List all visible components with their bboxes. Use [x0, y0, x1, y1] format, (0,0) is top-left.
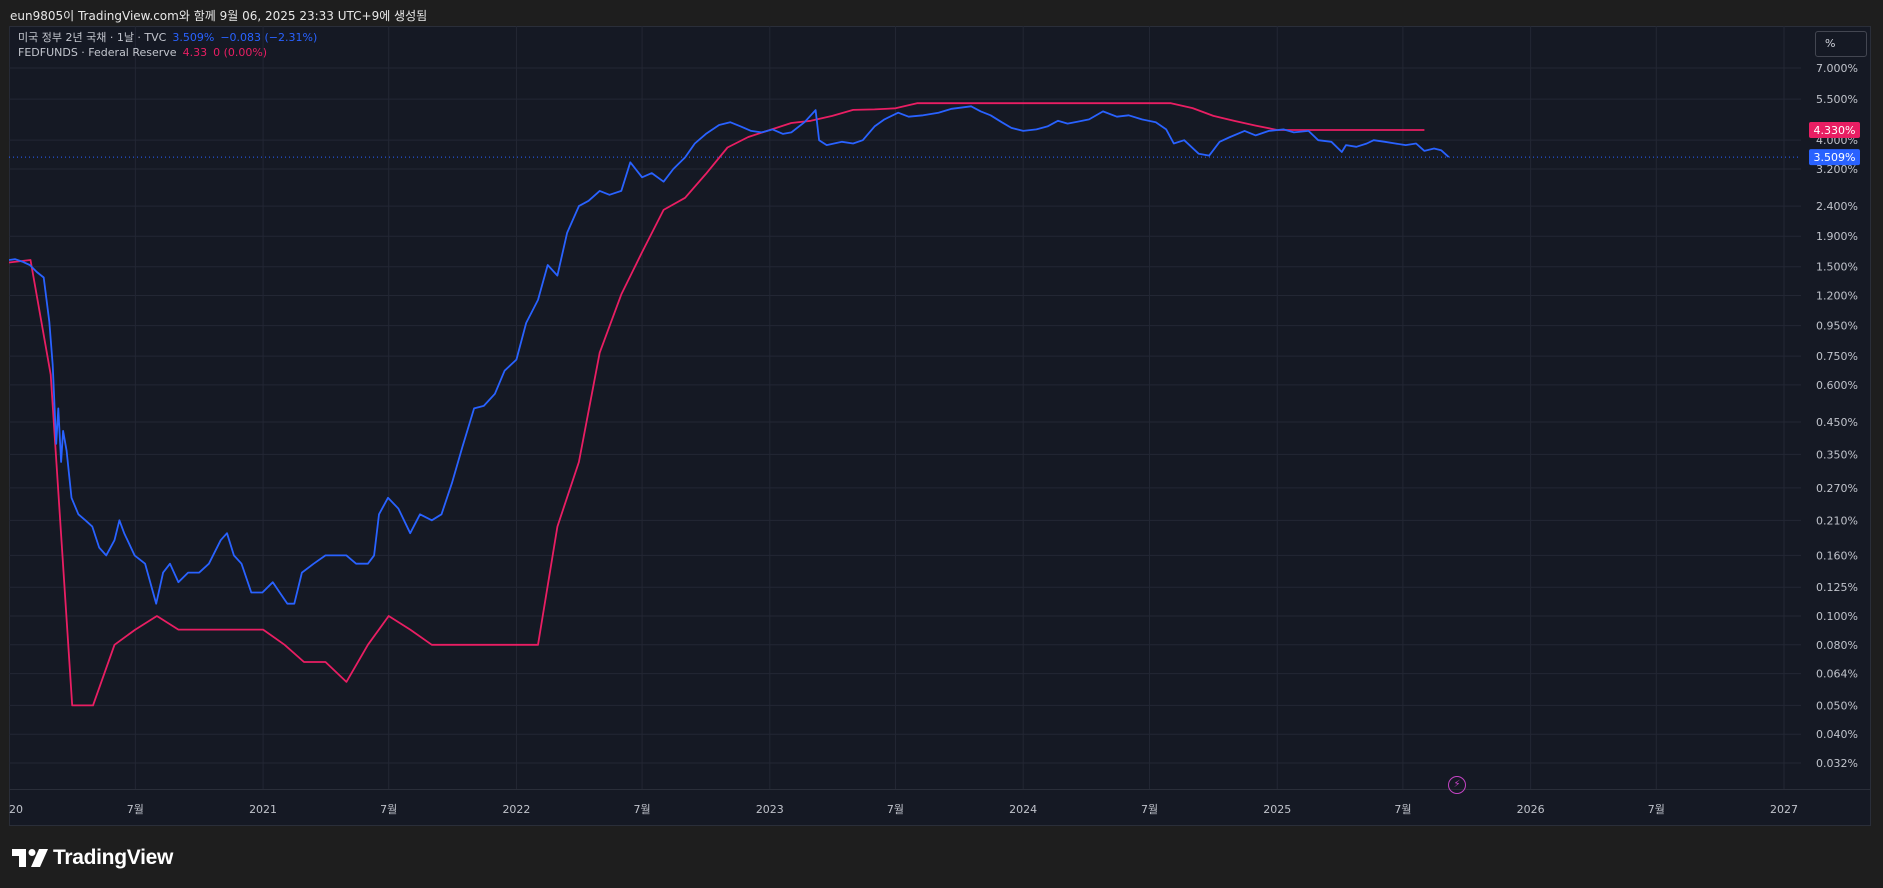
- y-axis-tick-label: 0.080%: [1816, 639, 1858, 652]
- y-axis-tick-label: 0.050%: [1816, 699, 1858, 712]
- x-axis-tick-label: 2020: [9, 803, 23, 816]
- legend-ust2y-change: −0.083 (−2.31%): [220, 31, 318, 44]
- lightning-icon[interactable]: ⚡: [1448, 776, 1466, 794]
- y-axis-tick-label: 7.000%: [1816, 62, 1858, 75]
- x-axis-tick-label: 7월: [127, 803, 144, 816]
- x-axis-tick-label: 2027: [1770, 803, 1798, 816]
- x-axis-tick-label: 2021: [249, 803, 277, 816]
- y-axis-tick-label: 0.160%: [1816, 549, 1858, 562]
- snapshot-caption: eun9805이 TradingView.com와 함께 9월 06, 2025…: [10, 9, 428, 23]
- y-axis-tick-label: 1.900%: [1816, 230, 1858, 243]
- y-axis-tick-label: 0.040%: [1816, 728, 1858, 741]
- x-axis-tick-label: 2022: [502, 803, 530, 816]
- y-axis-tick-label: 0.210%: [1816, 514, 1858, 527]
- price-chart[interactable]: 7.000%5.500%4.000%3.200%2.400%1.900%1.50…: [9, 26, 1871, 826]
- y-axis-tick-label: 0.950%: [1816, 320, 1858, 333]
- y-axis-tick-label: 0.750%: [1816, 350, 1858, 363]
- y-axis-tick-label: 0.100%: [1816, 610, 1858, 623]
- y-axis-tick-label: 0.125%: [1816, 581, 1858, 594]
- y-axis-tick-label: 5.500%: [1816, 93, 1858, 106]
- y-axis-tick-label: 0.600%: [1816, 379, 1858, 392]
- y-axis-tick-label: 0.350%: [1816, 448, 1858, 461]
- x-axis-tick-label: 7월: [1648, 803, 1665, 816]
- tradingview-logo: TradingView: [12, 845, 173, 871]
- x-axis-tick-label: 7월: [1394, 803, 1411, 816]
- y-axis-tick-label: 2.400%: [1816, 200, 1858, 213]
- grid-lines: [9, 26, 1801, 789]
- y-axis-tick-label: 0.064%: [1816, 668, 1858, 681]
- legend-fedfunds-change: 0 (0.00%): [213, 46, 268, 59]
- legend-row-fedfunds[interactable]: FEDFUNDS · Federal Reserve 4.33 0 (0.00%): [18, 46, 273, 59]
- y-axis-tick-label: 0.450%: [1816, 416, 1858, 429]
- legend-fedfunds-value: 4.33: [182, 46, 208, 59]
- x-axis-tick-label: 7월: [380, 803, 397, 816]
- x-axis-tick-label: 2024: [1009, 803, 1037, 816]
- tradingview-logo-text: TradingView: [53, 846, 174, 869]
- tradingview-logo-icon: [12, 849, 48, 867]
- y-axis-tick-label: 1.200%: [1816, 289, 1858, 302]
- series-line-ust2y: [9, 105, 1450, 605]
- x-axis-tick-label: 2023: [756, 803, 784, 816]
- y-axis-tick-label: 0.032%: [1816, 757, 1858, 770]
- x-axis-tick-label: 2025: [1263, 803, 1291, 816]
- legend-row-ust2y[interactable]: 미국 정부 2년 국채 · 1날 · TVC 3.509% −0.083 (−2.3…: [18, 29, 323, 45]
- y-axis-tick-label: 0.270%: [1816, 482, 1858, 495]
- percent-scale-button[interactable]: %: [1815, 31, 1867, 57]
- y-axis-tick-label: 1.500%: [1816, 261, 1858, 274]
- series-line-fedfunds: [9, 102, 1425, 707]
- legend-ust2y-value: 3.509%: [172, 31, 215, 44]
- last-value-label: 3.509%: [1814, 151, 1856, 164]
- x-axis-tick-label: 7월: [634, 803, 651, 816]
- last-value-label: 4.330%: [1814, 124, 1856, 137]
- x-axis-tick-label: 7월: [1141, 803, 1158, 816]
- legend-ust2y-name: 미국 정부 2년 국채 · 1날 · TVC: [18, 31, 167, 44]
- legend-fedfunds-name: FEDFUNDS · Federal Reserve: [18, 46, 177, 59]
- snapshot-caption-bar: eun9805이 TradingView.com와 함께 9월 06, 2025…: [0, 0, 1883, 26]
- x-axis-tick-label: 2026: [1517, 803, 1545, 816]
- x-axis-tick-label: 7월: [887, 803, 904, 816]
